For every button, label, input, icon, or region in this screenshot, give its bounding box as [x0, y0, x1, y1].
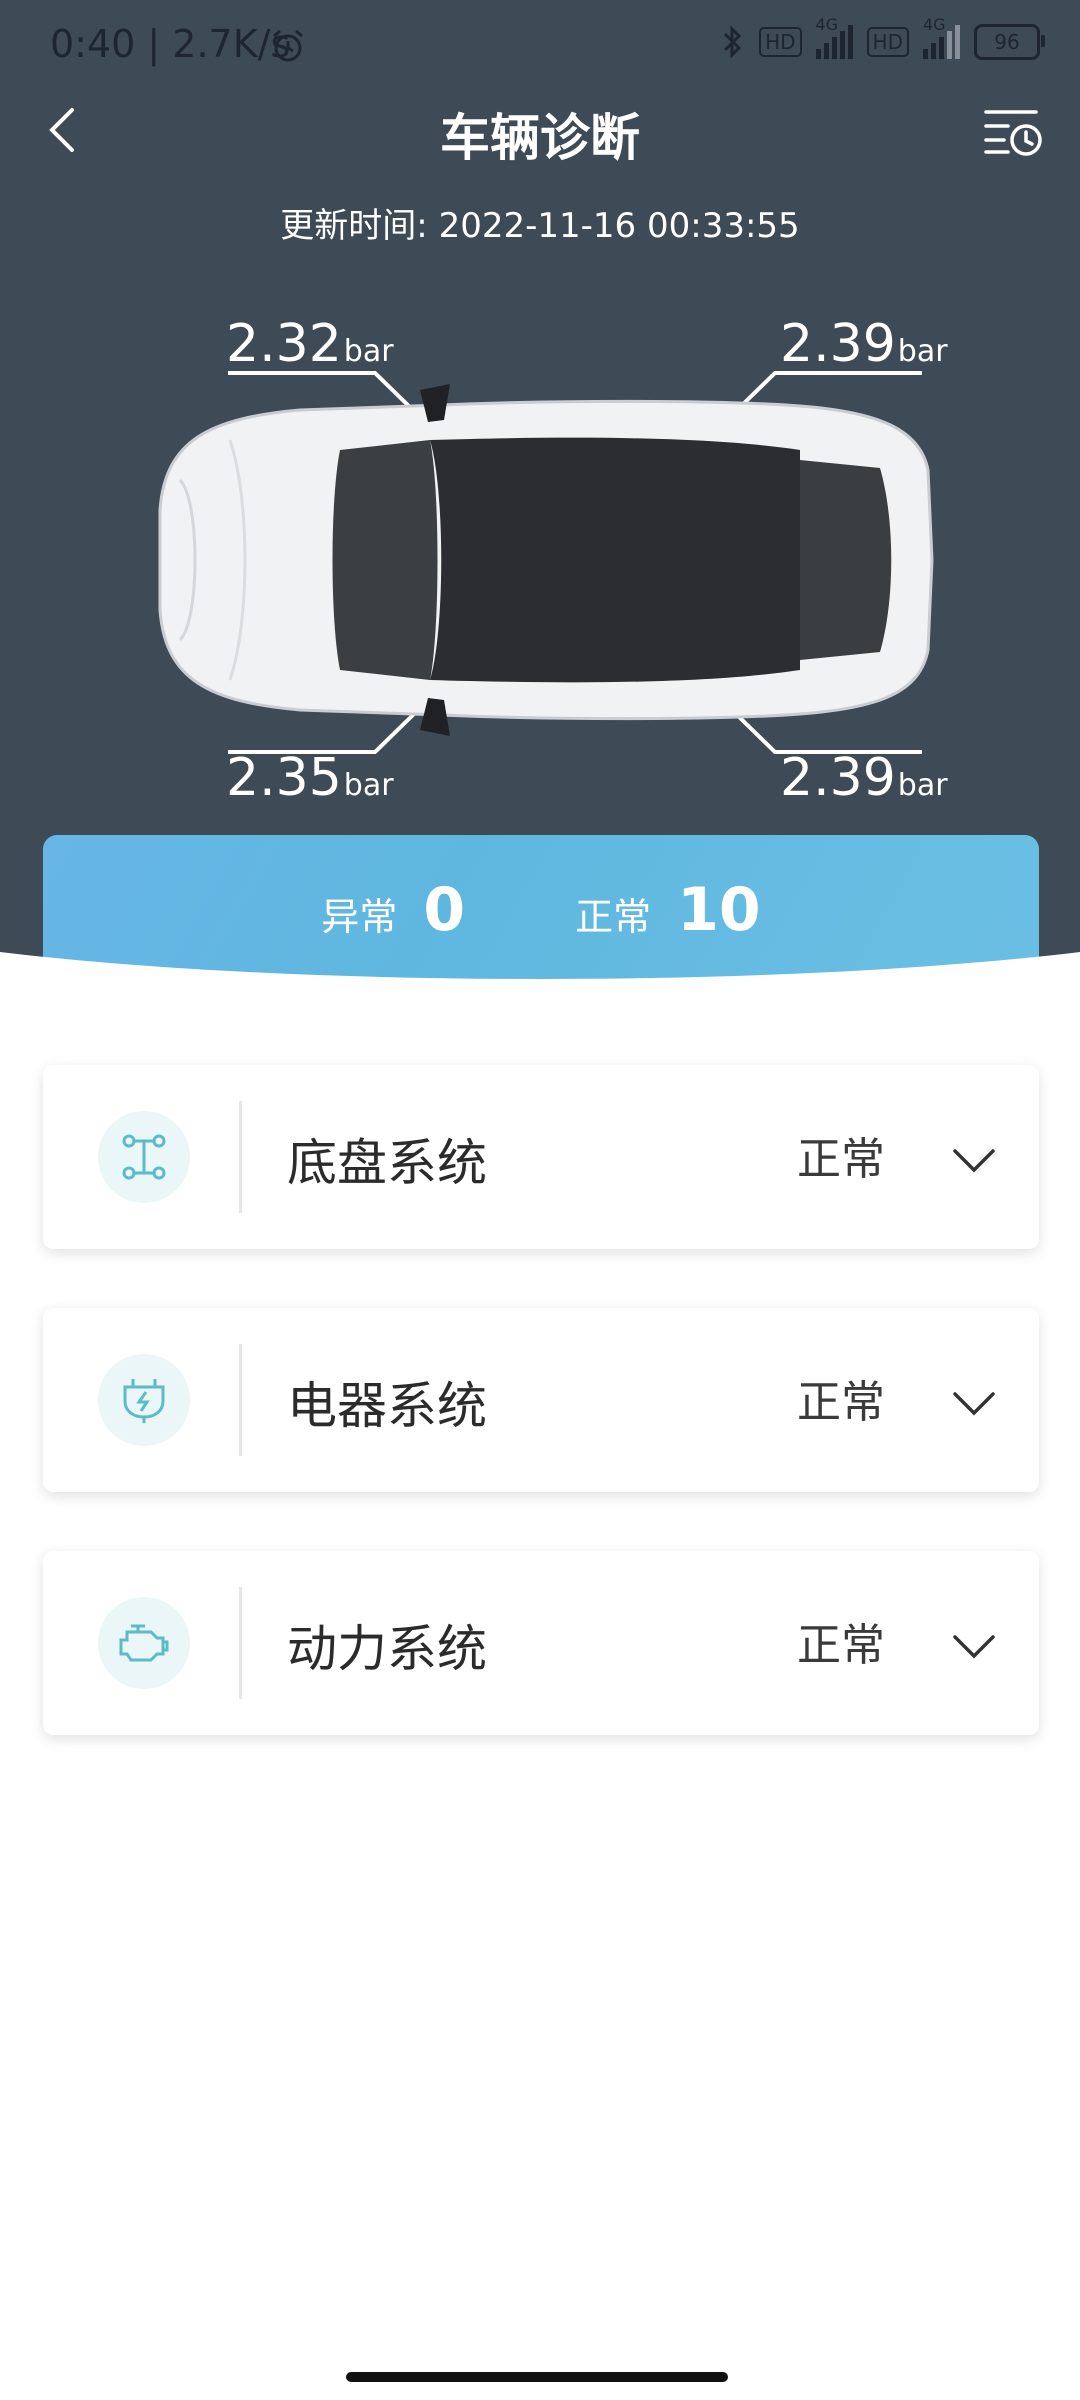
- tire-pressure-rear-right: 2.39bar: [780, 748, 948, 808]
- system-card-electrical[interactable]: 电器系统 正常: [43, 1308, 1039, 1492]
- card-divider: [239, 1344, 242, 1456]
- network-type: 4G: [815, 15, 839, 34]
- abnormal-label: 异常: [321, 895, 398, 939]
- top-bar: 车辆诊断: [0, 90, 1080, 170]
- hd-badge: HD: [759, 27, 802, 57]
- history-icon[interactable]: [982, 102, 1044, 158]
- electrical-icon: [123, 1379, 165, 1423]
- signal-group-2: 4G: [923, 15, 960, 59]
- engine-icon-wrap: [98, 1597, 190, 1689]
- home-indicator[interactable]: [346, 2372, 728, 2382]
- system-status: 正常: [797, 1377, 885, 1428]
- system-name: 电器系统: [287, 1377, 487, 1435]
- tire-pressure-front-left: 2.32bar: [226, 314, 394, 374]
- abnormal-summary: 异常 0: [321, 875, 465, 945]
- tire-pressure-rear-left: 2.35bar: [226, 748, 394, 808]
- system-name: 底盘系统: [287, 1134, 487, 1192]
- abnormal-count: 0: [423, 875, 466, 945]
- summary-row: 异常 0 正常 10: [43, 875, 1039, 945]
- hd-badge-2: HD: [866, 27, 909, 57]
- tire-pressure-front-right: 2.39bar: [780, 314, 948, 374]
- alarm-icon: [273, 29, 303, 62]
- page-title: 车辆诊断: [440, 109, 640, 167]
- header-curve: [0, 952, 1080, 1000]
- bluetooth-icon: [724, 25, 742, 59]
- normal-label: 正常: [575, 895, 652, 939]
- battery-icon: 96: [974, 24, 1045, 60]
- status-bar: 0:40 | 2.7K/s HD 4G HD 4G 96: [0, 0, 1080, 90]
- pressure-value: 2.35: [226, 748, 342, 808]
- car-tire-area: 2.32bar 2.39bar 2.35bar 2.39bar: [0, 300, 1080, 830]
- system-status: 正常: [797, 1620, 885, 1671]
- card-divider: [239, 1101, 242, 1213]
- pressure-value: 2.32: [226, 314, 342, 374]
- battery-level: 96: [994, 30, 1020, 54]
- pressure-unit: bar: [897, 334, 948, 369]
- network-type-2: 4G: [923, 15, 946, 34]
- chassis-icon: [122, 1134, 166, 1180]
- signal-group: 4G: [815, 15, 853, 59]
- update-time: 更新时间: 2022-11-16 00:33:55: [0, 198, 1080, 247]
- update-time-value: 2022-11-16 00:33:55: [438, 206, 800, 246]
- pressure-unit: bar: [343, 768, 394, 803]
- engine-icon: [119, 1624, 169, 1662]
- pressure-unit: bar: [897, 768, 948, 803]
- pressure-value: 2.39: [780, 748, 896, 808]
- pressure-unit: bar: [343, 334, 394, 369]
- system-card-powertrain[interactable]: 动力系统 正常: [43, 1551, 1039, 1735]
- chevron-down-icon[interactable]: [951, 1388, 997, 1418]
- update-time-label: 更新时间:: [280, 206, 428, 246]
- chevron-down-icon[interactable]: [951, 1145, 997, 1175]
- system-card-chassis[interactable]: 底盘系统 正常: [43, 1065, 1039, 1249]
- system-status: 正常: [797, 1134, 885, 1185]
- system-name: 动力系统: [287, 1620, 487, 1678]
- normal-summary: 正常 10: [575, 875, 761, 945]
- electrical-icon-wrap: [98, 1354, 190, 1446]
- card-divider: [239, 1587, 242, 1699]
- status-time-speed: 0:40 | 2.7K/s: [50, 22, 291, 66]
- chassis-icon-wrap: [98, 1111, 190, 1203]
- pressure-value: 2.39: [780, 314, 896, 374]
- chevron-down-icon[interactable]: [951, 1631, 997, 1661]
- status-icons: HD 4G HD 4G 96: [721, 15, 1045, 60]
- normal-count: 10: [677, 875, 761, 945]
